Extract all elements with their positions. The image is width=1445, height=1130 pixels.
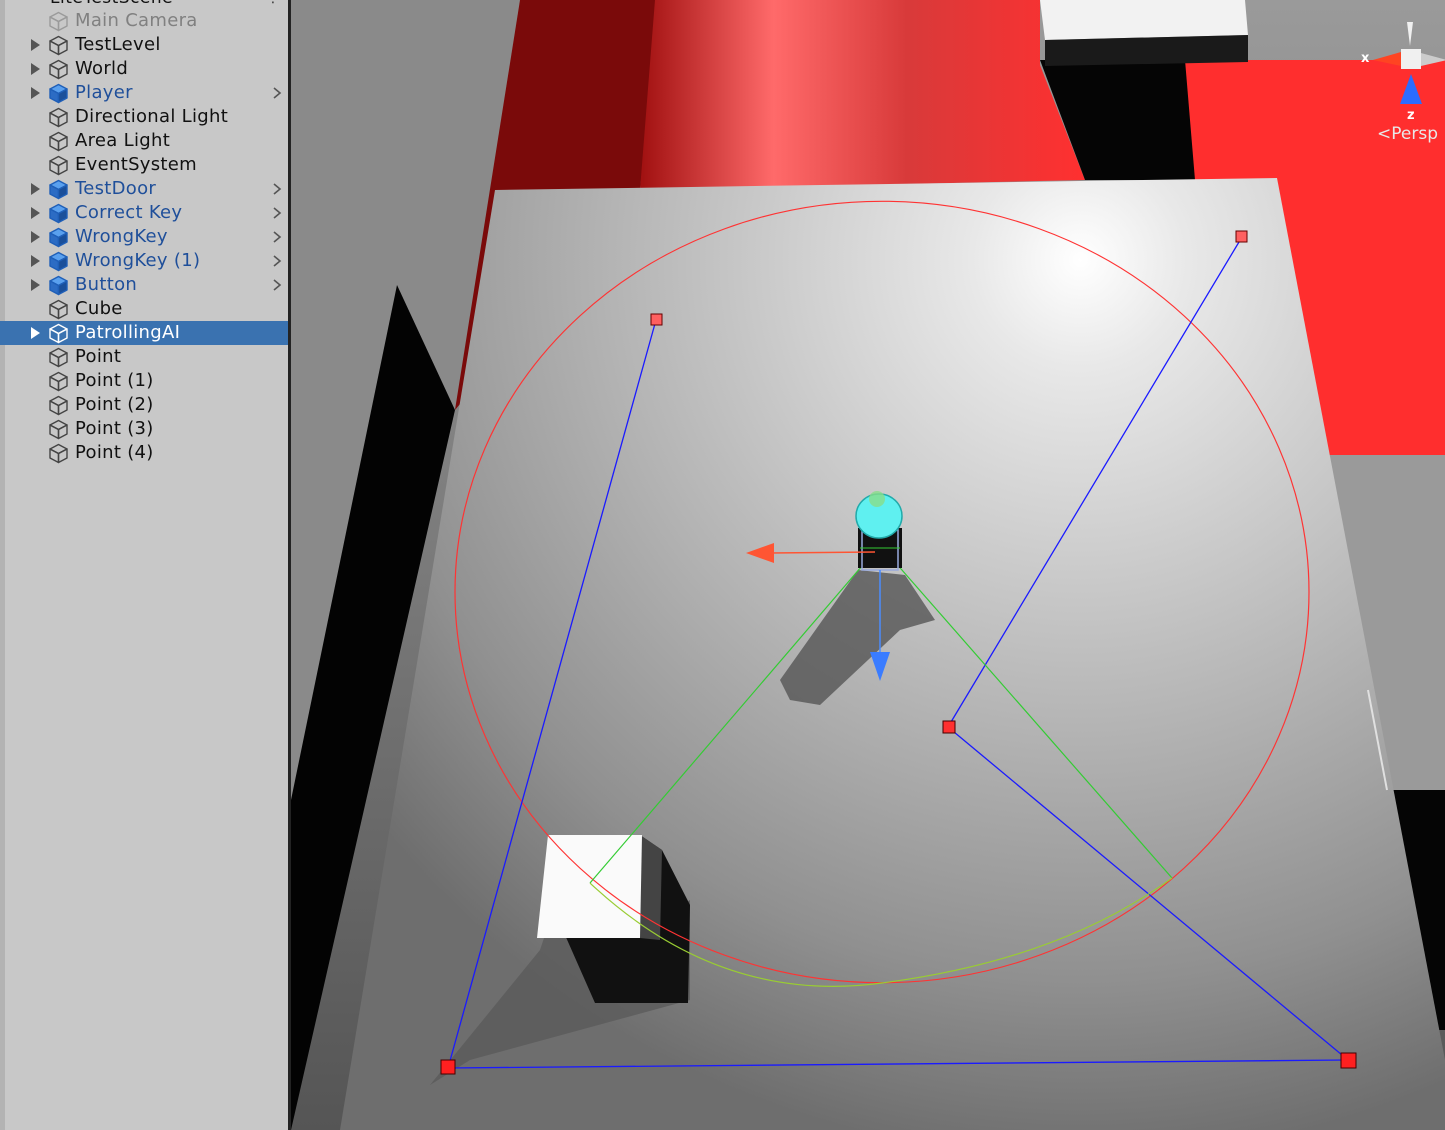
scene-canvas[interactable] [291, 0, 1445, 1130]
foldout-arrow-icon[interactable] [31, 183, 40, 195]
hierarchy-item[interactable]: Player [0, 81, 288, 105]
hierarchy-panel: LiteTestScene ⋮ Main Camera TestLevel Worl… [0, 0, 288, 1130]
hierarchy-item-label: Button [75, 274, 138, 295]
gizmo-z-label: z [1407, 108, 1415, 123]
hierarchy-item-label: Main Camera [75, 10, 198, 31]
foldout-arrow-icon[interactable] [31, 207, 40, 219]
hierarchy-item-label: Point [75, 346, 122, 367]
scene-view[interactable]: x z <Persp [291, 0, 1445, 1130]
hierarchy-item[interactable]: TestLevel [0, 33, 288, 57]
foldout-arrow-icon[interactable] [31, 63, 40, 75]
hierarchy-item[interactable]: Point (2) [0, 393, 288, 417]
foldout-arrow-icon[interactable] [31, 39, 40, 51]
hierarchy-item[interactable]: Area Light [0, 129, 288, 153]
hierarchy-item-label: Correct Key [75, 202, 183, 223]
hierarchy-item[interactable]: Point (4) [0, 441, 288, 465]
hierarchy-item-label: WrongKey [75, 226, 168, 247]
hierarchy-item[interactable]: TestDoor [0, 177, 288, 201]
hierarchy-item[interactable]: Main Camera [0, 9, 288, 33]
hierarchy-item[interactable]: Point [0, 345, 288, 369]
hierarchy-item[interactable]: Cube [0, 297, 288, 321]
hierarchy-item[interactable]: World [0, 57, 288, 81]
foldout-arrow-icon[interactable] [31, 279, 40, 291]
hierarchy-item-label: PatrollingAI [75, 322, 181, 343]
scene-cube-top [537, 835, 642, 938]
gizmo-x-label: x [1361, 51, 1370, 66]
hierarchy-item[interactable]: PatrollingAI [0, 321, 288, 345]
hierarchy-item[interactable]: Correct Key [0, 201, 288, 225]
orientation-gizmo[interactable]: x z [1357, 14, 1445, 134]
hierarchy-item[interactable]: Directional Light [0, 105, 288, 129]
hierarchy-item-label: Point (4) [75, 442, 154, 463]
projection-label: Persp [1391, 124, 1438, 144]
floor-plane [340, 178, 1445, 1130]
hierarchy-item-label: Directional Light [75, 106, 229, 127]
scene-header[interactable]: LiteTestScene ⋮ [0, 0, 288, 8]
hierarchy-item-label: Point (3) [75, 418, 154, 439]
white-block-top [1040, 0, 1248, 40]
foldout-arrow-icon[interactable] [31, 231, 40, 243]
scene-cube-side [640, 835, 662, 940]
projection-toggle[interactable]: <Persp [1377, 124, 1438, 144]
hierarchy-item[interactable]: Point (3) [0, 417, 288, 441]
hierarchy-item-label: TestDoor [75, 178, 157, 199]
white-block-side [1045, 35, 1248, 66]
persp-arrow-icon: < [1377, 124, 1392, 144]
foldout-arrow-icon[interactable] [31, 87, 40, 99]
hierarchy-item-label: WrongKey (1) [75, 250, 201, 271]
hierarchy-item[interactable]: EventSystem [0, 153, 288, 177]
hierarchy-item-label: Point (2) [75, 394, 154, 415]
hierarchy-item-label: EventSystem [75, 154, 197, 175]
hierarchy-item-label: Cube [75, 298, 123, 319]
red-wall [640, 0, 1085, 190]
hierarchy-item[interactable]: WrongKey [0, 225, 288, 249]
hierarchy-item[interactable]: Button [0, 273, 288, 297]
hierarchy-item-label: Player [75, 82, 133, 103]
hierarchy-item[interactable]: WrongKey (1) [0, 249, 288, 273]
scene-name: LiteTestScene [50, 0, 173, 8]
foldout-arrow-icon[interactable] [31, 327, 40, 339]
hierarchy-item-label: Point (1) [75, 370, 154, 391]
scene-menu-icon[interactable]: ⋮ [266, 0, 280, 6]
hierarchy-item-label: World [75, 58, 129, 79]
hierarchy-item-label: Area Light [75, 130, 171, 151]
hierarchy-item-label: TestLevel [75, 34, 161, 55]
foldout-arrow-icon[interactable] [31, 255, 40, 267]
hierarchy-item[interactable]: Point (1) [0, 369, 288, 393]
patrolling-agent[interactable] [855, 491, 903, 571]
